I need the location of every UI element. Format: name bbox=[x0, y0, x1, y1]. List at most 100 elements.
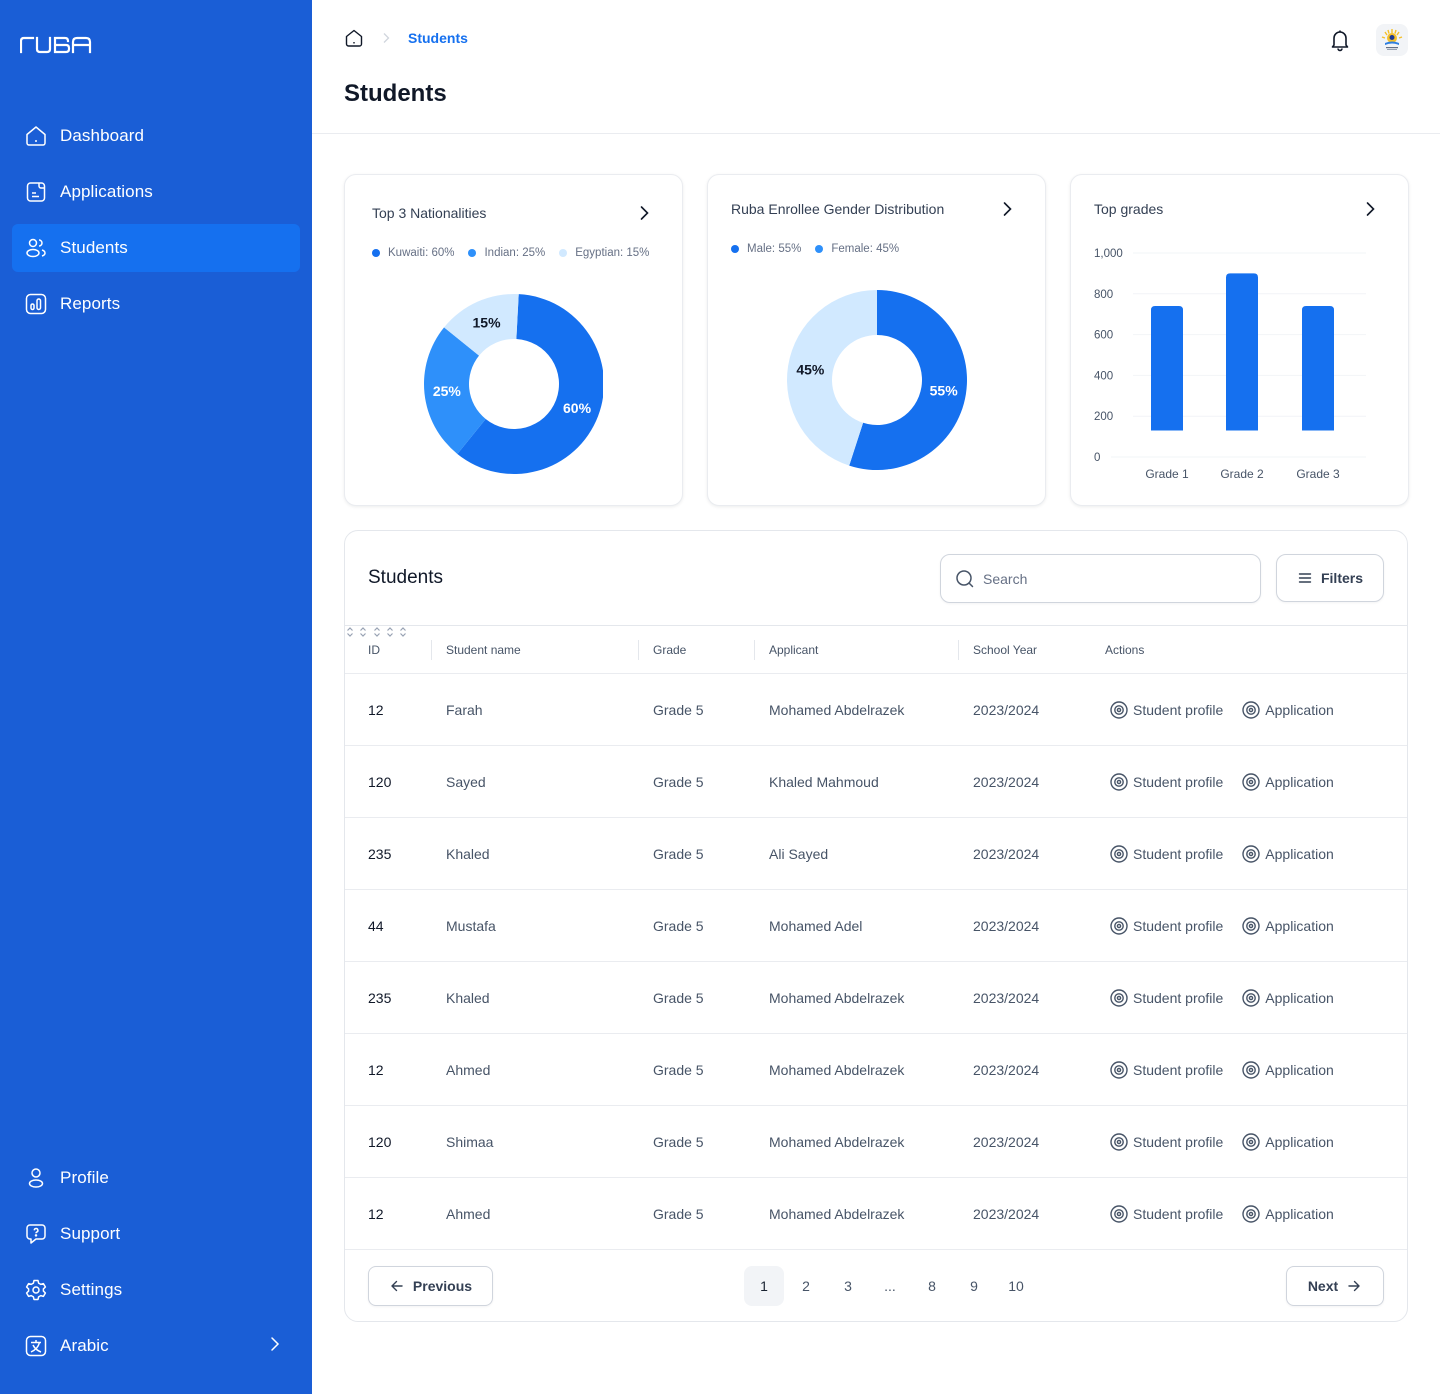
sidebar-item-label: Students bbox=[60, 238, 128, 257]
sidebar-item-settings[interactable]: Settings bbox=[12, 1266, 300, 1314]
table-row[interactable]: 120 Shimaa Grade 5 Mohamed Abdelrazek 2023/2… bbox=[345, 1106, 1407, 1178]
cell-id: 12 bbox=[368, 702, 384, 718]
sidebar-item-dashboard[interactable]: Dashboard bbox=[12, 112, 300, 160]
stats-cards: Top 3 Nationalities Kuwaiti: 60% Indian:… bbox=[344, 174, 1409, 506]
table-row[interactable]: 235 Khaled Grade 5 Mohamed Abdelrazek 2023/2… bbox=[345, 962, 1407, 1034]
language-switcher[interactable]: Arabic bbox=[12, 1322, 300, 1370]
breadcrumb-current[interactable]: Students bbox=[408, 30, 468, 46]
student-profile-link[interactable]: Student profile bbox=[1109, 844, 1223, 864]
sidebar-item-applications[interactable]: Applications bbox=[12, 168, 300, 216]
home-icon[interactable] bbox=[344, 28, 364, 48]
x-tick-label: Grade 1 bbox=[1145, 467, 1189, 481]
application-link[interactable]: Application bbox=[1241, 988, 1334, 1008]
bell-icon[interactable] bbox=[1324, 24, 1356, 56]
eye-icon bbox=[1241, 1060, 1261, 1080]
cell-id: 120 bbox=[368, 774, 392, 790]
sort-icon[interactable] bbox=[358, 627, 368, 641]
document-icon bbox=[24, 180, 48, 204]
avatar[interactable] bbox=[1376, 24, 1408, 56]
sidebar-item-reports[interactable]: Reports bbox=[12, 280, 300, 328]
page-number-button[interactable]: 1 bbox=[744, 1266, 784, 1306]
cell-applicant: Mohamed Abdelrazek bbox=[769, 990, 905, 1006]
users-icon bbox=[24, 236, 48, 260]
action-label: Student profile bbox=[1133, 990, 1224, 1006]
application-link[interactable]: Application bbox=[1241, 1204, 1334, 1224]
help-message-icon bbox=[24, 1222, 48, 1246]
cell-applicant: Ali Sayed bbox=[769, 846, 829, 862]
application-link[interactable]: Application bbox=[1241, 772, 1334, 792]
table-row[interactable]: 12 Ahmed Grade 5 Mohamed Abdelrazek 2023/202… bbox=[345, 1034, 1407, 1106]
column-header-school-year[interactable]: School Year bbox=[973, 626, 1037, 674]
student-profile-link[interactable]: Student profile bbox=[1109, 1132, 1223, 1152]
application-link[interactable]: Application bbox=[1241, 844, 1334, 864]
cell-grade: Grade 5 bbox=[653, 1062, 704, 1078]
application-link[interactable]: Application bbox=[1241, 1132, 1334, 1152]
cell-school-year: 2023/2024 bbox=[973, 1206, 1040, 1222]
cell-id: 44 bbox=[368, 918, 384, 934]
chevron-right-icon[interactable] bbox=[634, 203, 654, 223]
eye-icon bbox=[1241, 988, 1261, 1008]
sort-icon[interactable] bbox=[385, 627, 395, 641]
cell-applicant: Mohamed Abdelrazek bbox=[769, 1062, 905, 1078]
column-header-student-name[interactable]: Student name bbox=[446, 626, 521, 674]
table-row[interactable]: 12 Ahmed Grade 5 Mohamed Abdelrazek 2023/202… bbox=[345, 1178, 1407, 1250]
sort-icon[interactable] bbox=[345, 627, 355, 641]
gear-icon bbox=[24, 1278, 48, 1302]
page-number-button[interactable]: 10 bbox=[996, 1266, 1036, 1306]
legend-label: Male: 55% bbox=[747, 243, 802, 255]
column-header-id[interactable]: ID bbox=[368, 626, 380, 674]
page-number-button[interactable]: 2 bbox=[786, 1266, 826, 1306]
chevron-right-icon[interactable] bbox=[997, 199, 1017, 219]
cell-grade: Grade 5 bbox=[653, 846, 704, 862]
action-label: Student profile bbox=[1133, 846, 1224, 862]
student-profile-link[interactable]: Student profile bbox=[1109, 700, 1223, 720]
cell-actions: Student profile Application bbox=[1109, 746, 1334, 818]
student-profile-link[interactable]: Student profile bbox=[1109, 1204, 1223, 1224]
application-link[interactable]: Application bbox=[1241, 1060, 1334, 1080]
page-number-button[interactable]: 8 bbox=[912, 1266, 952, 1306]
action-label: Application bbox=[1265, 990, 1334, 1006]
sidebar-item-students[interactable]: Students bbox=[12, 224, 300, 272]
eye-icon bbox=[1109, 1132, 1129, 1152]
page-header: Students Students bbox=[312, 0, 1440, 134]
page-number-button[interactable]: 9 bbox=[954, 1266, 994, 1306]
cell-actions: Student profile Application bbox=[1109, 818, 1334, 890]
page-number-button[interactable]: 3 bbox=[828, 1266, 868, 1306]
column-header-grade[interactable]: Grade bbox=[653, 626, 686, 674]
column-header-applicant[interactable]: Applicant bbox=[769, 626, 818, 674]
next-page-button[interactable]: Next bbox=[1286, 1266, 1384, 1306]
cell-student-name: Mustafa bbox=[446, 918, 496, 934]
cell-student-name: Khaled bbox=[446, 990, 490, 1006]
sidebar-item-label: Support bbox=[60, 1224, 121, 1243]
student-profile-link[interactable]: Student profile bbox=[1109, 916, 1223, 936]
eye-icon bbox=[1109, 1060, 1129, 1080]
table-row[interactable]: 44 Mustafa Grade 5 Mohamed Adel 2023/2024 Stu… bbox=[345, 890, 1407, 962]
home-icon bbox=[24, 124, 48, 148]
bar-grade-1[interactable] bbox=[1151, 306, 1183, 431]
table-row[interactable]: 12 Farah Grade 5 Mohamed Abdelrazek 2023/202… bbox=[345, 674, 1407, 746]
table-row[interactable]: 120 Sayed Grade 5 Khaled Mahmoud 2023/2024 St… bbox=[345, 746, 1407, 818]
sidebar-item-profile[interactable]: Profile bbox=[12, 1154, 300, 1202]
table-row[interactable]: 235 Khaled Grade 5 Ali Sayed 2023/2024 Studen… bbox=[345, 818, 1407, 890]
search-field[interactable] bbox=[940, 554, 1261, 603]
previous-page-button[interactable]: Previous bbox=[368, 1266, 493, 1306]
application-link[interactable]: Application bbox=[1241, 700, 1334, 720]
breadcrumb-separator-icon bbox=[378, 30, 394, 46]
bar-grade-3[interactable] bbox=[1302, 306, 1334, 431]
breadcrumb: Students bbox=[344, 28, 468, 48]
student-profile-link[interactable]: Student profile bbox=[1109, 1060, 1223, 1080]
search-input[interactable] bbox=[983, 570, 1243, 587]
sidebar-item-support[interactable]: Support bbox=[12, 1210, 300, 1258]
cell-id: 12 bbox=[368, 1206, 384, 1222]
sort-icon[interactable] bbox=[398, 627, 408, 641]
sidebar-item-label: Settings bbox=[60, 1280, 123, 1299]
ruba-logo[interactable] bbox=[19, 32, 92, 56]
bar-grade-2[interactable] bbox=[1226, 273, 1258, 431]
student-profile-link[interactable]: Student profile bbox=[1109, 988, 1223, 1008]
student-profile-link[interactable]: Student profile bbox=[1109, 772, 1223, 792]
action-label: Student profile bbox=[1133, 918, 1224, 934]
action-label: Application bbox=[1265, 774, 1334, 790]
filters-button[interactable]: Filters bbox=[1276, 554, 1384, 602]
cell-student-name: Farah bbox=[446, 702, 483, 718]
application-link[interactable]: Application bbox=[1241, 916, 1334, 936]
